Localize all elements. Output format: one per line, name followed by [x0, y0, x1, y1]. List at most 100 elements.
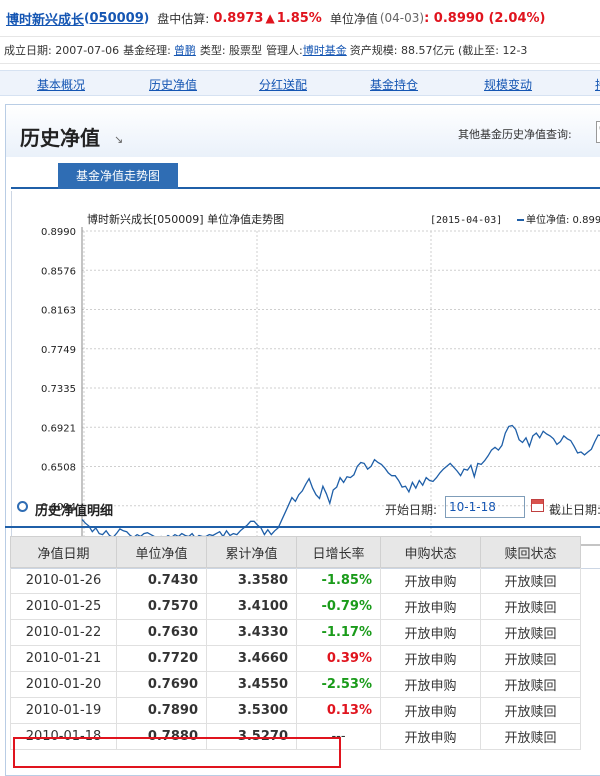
chart-title: 博时新兴成长[050009] 单位净值走势图 — [87, 212, 284, 226]
row-date: 2010-01-20 — [10, 671, 117, 698]
row-buy-status: 开放申购 — [380, 723, 481, 750]
nav-scale-change[interactable]: 规模变动 — [484, 76, 532, 93]
row-acc-nav: 3.3580 — [206, 567, 297, 594]
row-date: 2010-01-22 — [10, 619, 117, 646]
calendar-icon[interactable] — [531, 499, 544, 512]
unit-nav-label: 单位净值 — [329, 11, 378, 26]
other-fund-input[interactable]: 0 — [596, 121, 600, 143]
nav-dividends[interactable]: 分红送配 — [259, 76, 307, 93]
row-daily-rate: -1.85% — [296, 567, 381, 594]
table-row: 2010-01-18 0.7880 3.5270 --- 开放申购 开放赎回 — [10, 723, 581, 750]
row-sell-status: 开放赎回 — [480, 567, 581, 594]
table-row: 2010-01-26 0.7430 3.3580 -1.85% 开放申购 开放赎回 — [10, 567, 581, 594]
tab-nav-trend[interactable]: 基金净值走势图 — [58, 163, 178, 189]
row-daily-rate: -2.53% — [296, 671, 381, 698]
y-tick-label: 0.8163 — [41, 306, 76, 317]
y-tick-label: 0.8576 — [41, 266, 76, 277]
up-arrow-icon: ▲ — [265, 11, 275, 25]
col-buy-status: 申购状态 — [380, 536, 481, 568]
row-date: 2010-01-26 — [10, 567, 117, 594]
start-date-label: 开始日期: — [385, 503, 438, 517]
row-sell-status: 开放赎回 — [480, 593, 581, 620]
unit-nav-date: (04-03) — [379, 11, 425, 25]
row-buy-status: 开放申购 — [380, 645, 481, 672]
panel-header: 历史净值 ↘ 其他基金历史净值查询: 0 — [6, 105, 600, 157]
row-buy-status: 开放申购 — [380, 697, 481, 724]
company-link[interactable]: 博时基金 — [303, 42, 347, 58]
row-acc-nav: 3.4550 — [206, 671, 297, 698]
row-daily-rate: 0.39% — [296, 645, 381, 672]
row-sell-status: 开放赎回 — [480, 723, 581, 750]
unit-nav-value: : 0.8990 (2.04%) — [424, 10, 546, 26]
row-date: 2010-01-25 — [10, 593, 117, 620]
chart-date-label: [2015-04-03] — [430, 215, 502, 226]
row-daily-rate: -1.17% — [296, 619, 381, 646]
row-unit-nav: 0.7720 — [116, 645, 207, 672]
row-date: 2010-01-21 — [10, 645, 117, 672]
chevron-down-icon: ↘ — [114, 133, 124, 146]
company-label: 管理人: — [266, 44, 303, 57]
fund-scale: 资产规模: 88.57亿元 (截止至: 12-3 — [349, 44, 528, 57]
row-date: 2010-01-19 — [10, 697, 117, 724]
row-unit-nav: 0.7570 — [116, 593, 207, 620]
fund-code-link[interactable]: 050009 — [90, 11, 144, 26]
table-row: 2010-01-22 0.7630 3.4330 -1.17% 开放申购 开放赎回 — [10, 619, 581, 646]
row-sell-status: 开放赎回 — [480, 645, 581, 672]
row-sell-status: 开放赎回 — [480, 671, 581, 698]
row-daily-rate: -0.79% — [296, 593, 381, 620]
row-acc-nav: 3.4660 — [206, 645, 297, 672]
row-unit-nav: 0.7880 — [116, 723, 207, 750]
table-row: 2010-01-21 0.7720 3.4660 0.39% 开放申购 开放赎回 — [10, 645, 581, 672]
circle-bullet-icon — [17, 501, 28, 512]
row-buy-status: 开放申购 — [380, 567, 481, 594]
y-tick-label: 0.7749 — [41, 345, 76, 356]
y-tick-label: 0.6508 — [41, 463, 76, 474]
manager-link[interactable]: 曾鹏 — [174, 42, 196, 58]
row-acc-nav: 3.5270 — [206, 723, 297, 750]
detail-title: 历史净值明细 — [35, 504, 114, 519]
row-unit-nav: 0.7890 — [116, 697, 207, 724]
row-daily-rate: --- — [296, 723, 381, 750]
intraday-value: 0.8973 — [213, 10, 264, 26]
fund-header: 博时新兴成长 (050009) 盘中估算: 0.8973 ▲ 1.85% 单位净… — [0, 0, 600, 36]
intraday-label: 盘中估算: — [157, 11, 210, 26]
row-unit-nav: 0.7630 — [116, 619, 207, 646]
table-row: 2010-01-20 0.7690 3.4550 -2.53% 开放申购 开放赎回 — [10, 671, 581, 698]
fund-nav-bar: 基本概况 历史净值 分红送配 基金持仓 规模变动 持 — [0, 70, 600, 96]
start-date-input[interactable]: 10-1-18 — [445, 496, 525, 518]
chart-tab-row: 基金净值走势图 — [11, 161, 600, 189]
y-tick-label: 0.8990 — [41, 227, 76, 238]
manager-label: 基金经理: — [123, 44, 171, 57]
row-buy-status: 开放申购 — [380, 593, 481, 620]
col-daily-rate: 日增长率 — [296, 536, 381, 568]
row-buy-status: 开放申购 — [380, 619, 481, 646]
row-sell-status: 开放赎回 — [480, 619, 581, 646]
fund-type: 类型: 股票型 — [199, 44, 263, 57]
other-fund-label: 其他基金历史净值查询: — [458, 128, 572, 141]
row-daily-rate: 0.13% — [296, 697, 381, 724]
nav-detail-table: 净值日期 单位净值 累计净值 日增长率 申购状态 赎回状态 2010-01-26… — [10, 536, 581, 750]
col-date: 净值日期 — [10, 536, 117, 568]
page-title: 历史净值 — [20, 126, 100, 150]
table-row: 2010-01-25 0.7570 3.4100 -0.79% 开放申购 开放赎回 — [10, 593, 581, 620]
end-date-label: 截止日期: — [549, 503, 600, 517]
nav-holdings[interactable]: 基金持仓 — [370, 76, 418, 93]
setup-date: 成立日期: 2007-07-06 — [4, 44, 120, 57]
detail-header: 历史净值明细 开始日期: 10-1-18 截止日期: — [5, 488, 600, 528]
fund-name-link[interactable]: 博时新兴成长 — [6, 9, 84, 28]
table-header-row: 净值日期 单位净值 累计净值 日增长率 申购状态 赎回状态 — [10, 536, 581, 568]
nav-more[interactable]: 持 — [595, 76, 600, 93]
y-tick-label: 0.7335 — [41, 384, 76, 395]
y-tick-label: 0.6921 — [41, 423, 76, 434]
close-paren: ) — [143, 11, 150, 25]
legend-label: 单位净值: 0.899 — [526, 213, 600, 226]
table-row: 2010-01-19 0.7890 3.5300 0.13% 开放申购 开放赎回 — [10, 697, 581, 724]
row-unit-nav: 0.7430 — [116, 567, 207, 594]
table-body: 2010-01-26 0.7430 3.3580 -1.85% 开放申购 开放赎回 2010… — [10, 567, 581, 750]
nav-history-nav[interactable]: 历史净值 — [149, 76, 197, 93]
nav-basic-info[interactable]: 基本概况 — [37, 76, 85, 93]
row-unit-nav: 0.7690 — [116, 671, 207, 698]
row-buy-status: 开放申购 — [380, 671, 481, 698]
row-acc-nav: 3.4330 — [206, 619, 297, 646]
fund-info-bar: 成立日期: 2007-07-06 基金经理: 曾鹏 类型: 股票型 管理人: 博… — [0, 36, 600, 64]
